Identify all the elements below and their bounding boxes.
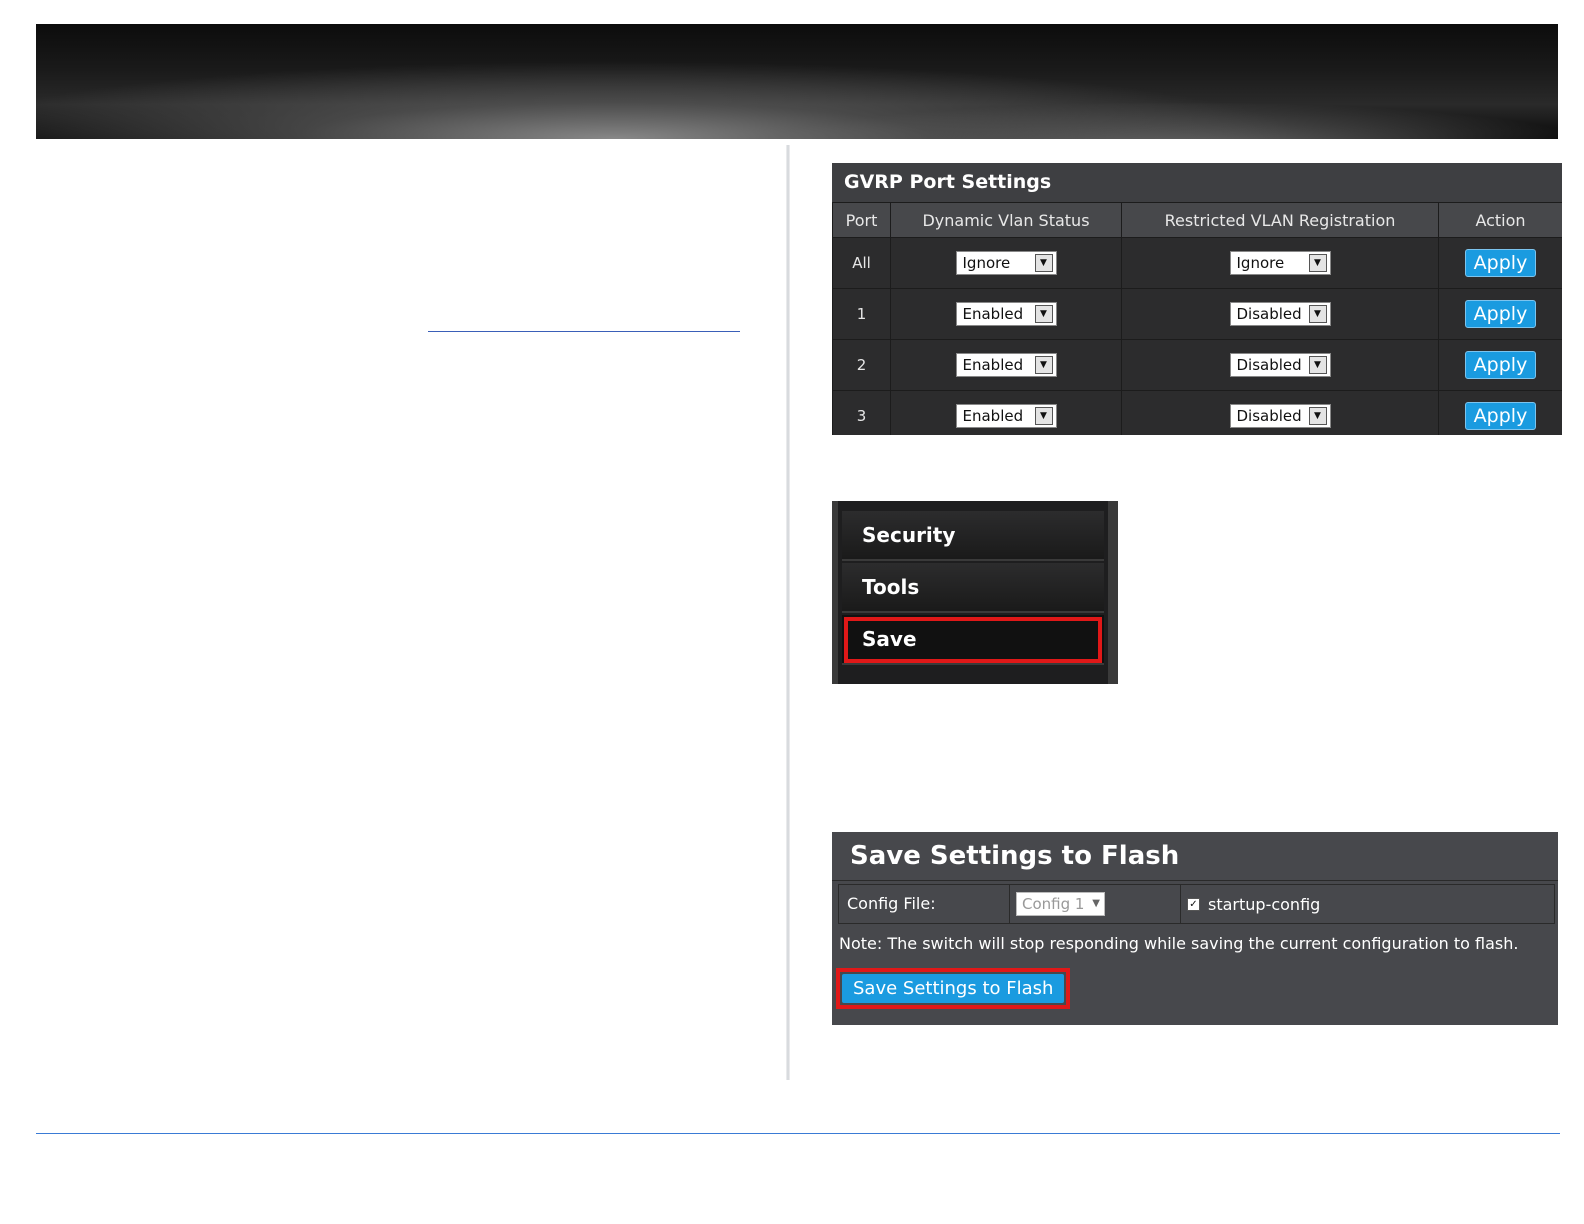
footer-rule [36,1133,1560,1134]
dropdown-arrow-icon: ▼ [1034,254,1053,272]
table-row: 2 Enabled ▼ Disabled ▼ Apply [832,339,1562,391]
config-file-select[interactable]: Config 1 ▼ [1016,892,1105,916]
gvrp-panel-title: GVRP Port Settings [832,163,1562,202]
dynamic-vlan-status-select[interactable]: Ignore ▼ [955,251,1057,275]
dropdown-arrow-icon: ▼ [1308,305,1327,323]
config-file-label: Config File: [839,885,1010,923]
dynamic-vlan-status-select[interactable]: Enabled ▼ [955,404,1057,428]
table-row: All Ignore ▼ Ignore ▼ Apply [832,237,1562,289]
dropdown-arrow-icon: ▼ [1034,305,1053,323]
startup-config-checkbox[interactable]: ✓ [1187,897,1200,911]
save-settings-to-flash-button[interactable]: Save Settings to Flash [842,974,1065,1003]
gvrp-port-settings-panel: GVRP Port Settings Port Dynamic Vlan Sta… [832,163,1562,435]
gvrp-table: Port Dynamic Vlan Status Restricted VLAN… [832,202,1562,435]
apply-button[interactable]: Apply [1464,249,1537,277]
sidebar-menu: Security Tools Save [832,501,1118,684]
dropdown-arrow-icon: ▼ [1308,407,1327,425]
startup-config-label: startup-config [1208,894,1321,914]
highlight-box: Save Settings to Flash [836,968,1071,1009]
table-row: 3 Enabled ▼ Disabled ▼ Apply [832,390,1562,435]
col-header-dynamic-vlan-status: Dynamic Vlan Status [890,202,1122,238]
sidebar-item-security[interactable]: Security [842,511,1104,561]
dynamic-vlan-status-select[interactable]: Enabled ▼ [955,302,1057,326]
col-header-action: Action [1438,202,1562,238]
header-banner [36,24,1558,139]
col-header-port: Port [832,202,891,238]
restricted-vlan-registration-select[interactable]: Ignore ▼ [1229,251,1331,275]
port-cell: All [832,237,891,289]
sidebar-item-save[interactable]: Save [842,615,1104,665]
restricted-vlan-registration-select[interactable]: Disabled ▼ [1229,353,1331,377]
column-divider [786,145,790,1080]
save-settings-panel: Save Settings to Flash Config File: Conf… [832,832,1558,1025]
table-row: 1 Enabled ▼ Disabled ▼ Apply [832,288,1562,340]
link-underline [428,331,740,332]
apply-button[interactable]: Apply [1464,300,1537,328]
dropdown-arrow-icon: ▼ [1092,898,1100,909]
sidebar-item-tools[interactable]: Tools [842,563,1104,613]
port-cell: 2 [832,339,891,391]
port-cell: 1 [832,288,891,340]
restricted-vlan-registration-select[interactable]: Disabled ▼ [1229,404,1331,428]
port-cell: 3 [832,390,891,435]
config-file-row: Config File: Config 1 ▼ ✓ startup-config [838,884,1555,924]
dynamic-vlan-status-select[interactable]: Enabled ▼ [955,353,1057,377]
save-note-text: Note: The switch will stop responding wh… [839,934,1519,953]
dropdown-arrow-icon: ▼ [1308,254,1327,272]
table-header-row: Port Dynamic Vlan Status Restricted VLAN… [832,202,1562,238]
dropdown-arrow-icon: ▼ [1034,407,1053,425]
restricted-vlan-registration-select[interactable]: Disabled ▼ [1229,302,1331,326]
save-panel-title: Save Settings to Flash [832,832,1558,881]
apply-button[interactable]: Apply [1464,351,1537,379]
apply-button[interactable]: Apply [1464,402,1537,430]
dropdown-arrow-icon: ▼ [1308,356,1327,374]
col-header-restricted-vlan-registration: Restricted VLAN Registration [1121,202,1439,238]
dropdown-arrow-icon: ▼ [1034,356,1053,374]
